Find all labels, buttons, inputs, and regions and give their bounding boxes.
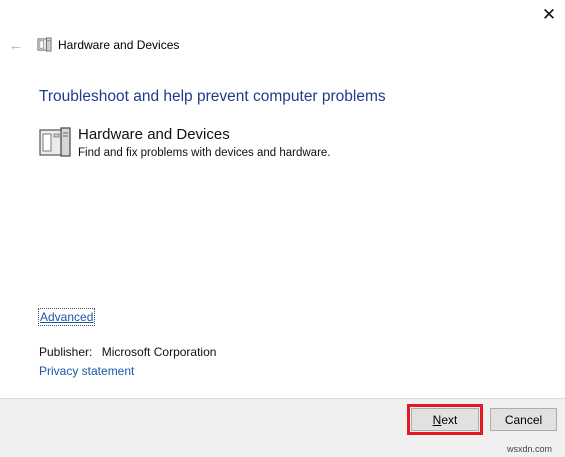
publisher-value: Microsoft Corporation <box>101 345 217 359</box>
troubleshooter-title[interactable]: Hardware and Devices <box>78 126 230 144</box>
watermark: wsxdn.com <box>507 444 553 454</box>
advanced-link[interactable]: Advanced <box>38 308 96 326</box>
close-icon: ✕ <box>541 5 557 24</box>
close-button[interactable]: ✕ <box>535 2 563 28</box>
next-button-highlight <box>407 404 483 435</box>
publisher-row: Publisher: Microsoft Corporation <box>39 345 216 360</box>
footer-bar: Next Cancel <box>0 398 565 457</box>
troubleshooter-description: Find and fix problems with devices and h… <box>78 147 331 159</box>
privacy-statement-link[interactable]: Privacy statement <box>39 364 134 379</box>
cancel-button[interactable]: Cancel <box>490 408 557 431</box>
publisher-label: Publisher: <box>39 345 93 359</box>
back-arrow-icon: ← <box>8 36 24 54</box>
back-button[interactable]: ← <box>6 36 26 54</box>
window-title: Hardware and Devices <box>58 38 180 52</box>
hardware-devices-icon <box>39 127 71 157</box>
hardware-devices-icon <box>37 37 52 52</box>
page-heading: Troubleshoot and help prevent computer p… <box>39 88 386 105</box>
